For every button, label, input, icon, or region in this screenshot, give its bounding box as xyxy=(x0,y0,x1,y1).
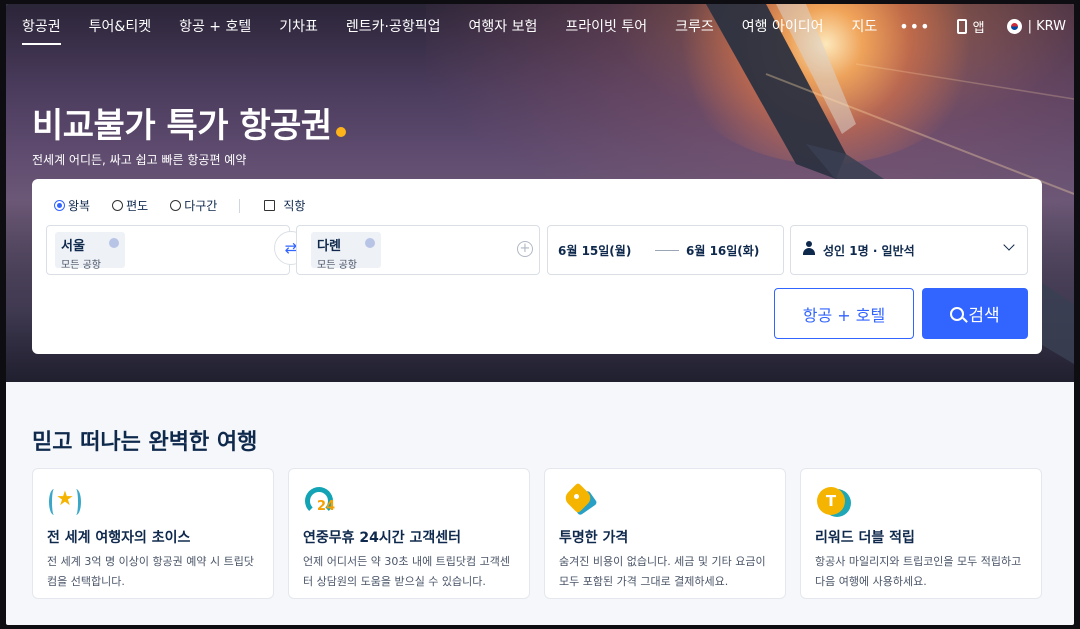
return-date: 6월 16일(화) xyxy=(686,244,760,258)
nav-item-trip-ideas[interactable]: 여행 아이디어 xyxy=(742,16,824,36)
flight-search-card: 왕복 편도 다구간 직항 서울 모든 공항 ⇄ 다롄 모든 공항 + 6월 15… xyxy=(32,179,1042,354)
korea-flag-icon xyxy=(1006,18,1022,34)
headset-24-icon: 24 xyxy=(303,485,339,519)
trip-type-multicity[interactable]: 다구간 xyxy=(170,197,217,214)
phone-icon xyxy=(956,18,967,34)
nav-item-flights[interactable]: 항공권 xyxy=(22,16,61,45)
currency-label: | KRW xyxy=(1027,18,1066,34)
nav-item-car-rental[interactable]: 렌트카·공항픽업 xyxy=(346,16,441,36)
headline-dot xyxy=(335,127,346,137)
language-currency-selector[interactable]: | KRW xyxy=(1006,18,1066,34)
more-menu-icon[interactable]: ••• xyxy=(899,17,930,36)
divider xyxy=(239,198,241,213)
passenger-class-select[interactable]: 성인 1명 · 일반석 xyxy=(790,225,1028,275)
feature-desc: 숨겨진 비용이 없습니다. 세금 및 기타 요금이 모두 포함된 가격 그대로 … xyxy=(559,555,766,588)
depart-date: 6월 15일(월) xyxy=(558,244,632,258)
chevron-down-icon xyxy=(1003,239,1015,251)
origin-field[interactable]: 서울 모든 공항 xyxy=(46,225,290,275)
trip-type-roundtrip[interactable]: 왕복 xyxy=(54,197,90,214)
top-nav: 항공권 투어&티켓 항공 + 호텔 기차표 렌트카·공항픽업 여행자 보험 프라… xyxy=(6,4,1074,48)
destination-field[interactable]: 다롄 모든 공항 + xyxy=(296,225,540,275)
add-city-icon[interactable]: + xyxy=(517,241,533,257)
nav-item-map[interactable]: 지도 xyxy=(851,16,877,36)
search-icon xyxy=(950,306,965,321)
radio-selected-icon xyxy=(54,200,65,211)
trip-type-selector: 왕복 편도 다구간 직항 xyxy=(54,197,327,214)
feature-desc: 항공사 마일리지와 트립코인을 모두 적립하고 다음 여행에 사용하세요. xyxy=(815,555,1022,588)
nav-item-tours[interactable]: 투어&티켓 xyxy=(89,16,151,36)
app-download-link[interactable]: 앱 xyxy=(956,17,985,36)
page: 항공권 투어&티켓 항공 + 호텔 기차표 렌트카·공항픽업 여행자 보험 프라… xyxy=(6,4,1074,625)
feature-title: 전 세계 여행자의 초이스 xyxy=(47,530,191,546)
flight-hotel-button[interactable]: 항공 + 호텔 xyxy=(774,288,914,339)
checkbox-icon xyxy=(264,200,276,211)
laurel-star-icon: ★ xyxy=(47,485,83,519)
trip-type-oneway[interactable]: 편도 xyxy=(112,197,148,214)
radio-icon xyxy=(170,200,182,211)
feature-card: 24 연중무휴 24시간 고객센터 언제 어디서든 약 30초 내에 트립닷컴 … xyxy=(288,468,530,599)
date-range-field[interactable]: 6월 15일(월) 6월 16일(화) xyxy=(547,225,784,275)
page-title: 비교불가 특가 항공권 xyxy=(32,98,346,147)
feature-card: ★ 전 세계 여행자의 초이스 전 세계 3억 명 이상이 항공권 예약 시 트… xyxy=(32,468,274,599)
feature-title: 연중무휴 24시간 고객센터 xyxy=(303,530,462,546)
destination-chip[interactable]: 다롄 모든 공항 xyxy=(311,232,381,271)
feature-desc: 전 세계 3억 명 이상이 항공권 예약 시 트립닷컴을 선택합니다. xyxy=(47,555,255,588)
section-title: 믿고 떠나는 완벽한 여행 xyxy=(32,430,258,455)
app-label: 앱 xyxy=(972,20,985,36)
nav-item-cruise[interactable]: 크루즈 xyxy=(675,16,714,36)
feature-desc: 언제 어디서든 약 30초 내에 트립닷컴 고객센터 상담원의 도움을 받으실 … xyxy=(303,555,511,588)
nav-item-private-tour[interactable]: 프라이빗 투어 xyxy=(565,16,647,36)
origin-airport: 모든 공항 xyxy=(61,260,101,271)
page-subtitle: 전세계 어디든, 싸고 쉽고 빠른 항공편 예약 xyxy=(32,153,247,167)
person-icon xyxy=(803,241,815,255)
nav-item-trains[interactable]: 기차표 xyxy=(279,16,318,36)
search-button[interactable]: 검색 xyxy=(922,288,1028,339)
feature-title: 리워드 더블 적립 xyxy=(815,530,915,546)
date-separator xyxy=(655,250,679,251)
nav-item-insurance[interactable]: 여행자 보험 xyxy=(469,16,538,36)
remove-destination-icon[interactable] xyxy=(365,238,375,248)
radio-icon xyxy=(112,200,124,211)
feature-title: 투명한 가격 xyxy=(559,530,629,546)
origin-chip[interactable]: 서울 모든 공항 xyxy=(55,232,125,271)
hero-banner: 항공권 투어&티켓 항공 + 호텔 기차표 렌트카·공항픽업 여행자 보험 프라… xyxy=(6,4,1074,382)
nav-item-flight-hotel[interactable]: 항공 + 호텔 xyxy=(179,16,251,36)
passenger-class-value: 성인 1명 · 일반석 xyxy=(823,244,915,258)
destination-airport: 모든 공항 xyxy=(317,260,357,271)
feature-card: T 리워드 더블 적립 항공사 마일리지와 트립코인을 모두 적립하고 다음 여… xyxy=(800,468,1042,599)
feature-card: 투명한 가격 숨겨진 비용이 없습니다. 세금 및 기타 요금이 모두 포함된 … xyxy=(544,468,786,599)
trip-coin-icon: T xyxy=(815,485,851,519)
price-tag-icon xyxy=(559,482,598,519)
direct-flight-checkbox[interactable]: 직항 xyxy=(264,197,305,214)
remove-origin-icon[interactable] xyxy=(109,238,119,248)
